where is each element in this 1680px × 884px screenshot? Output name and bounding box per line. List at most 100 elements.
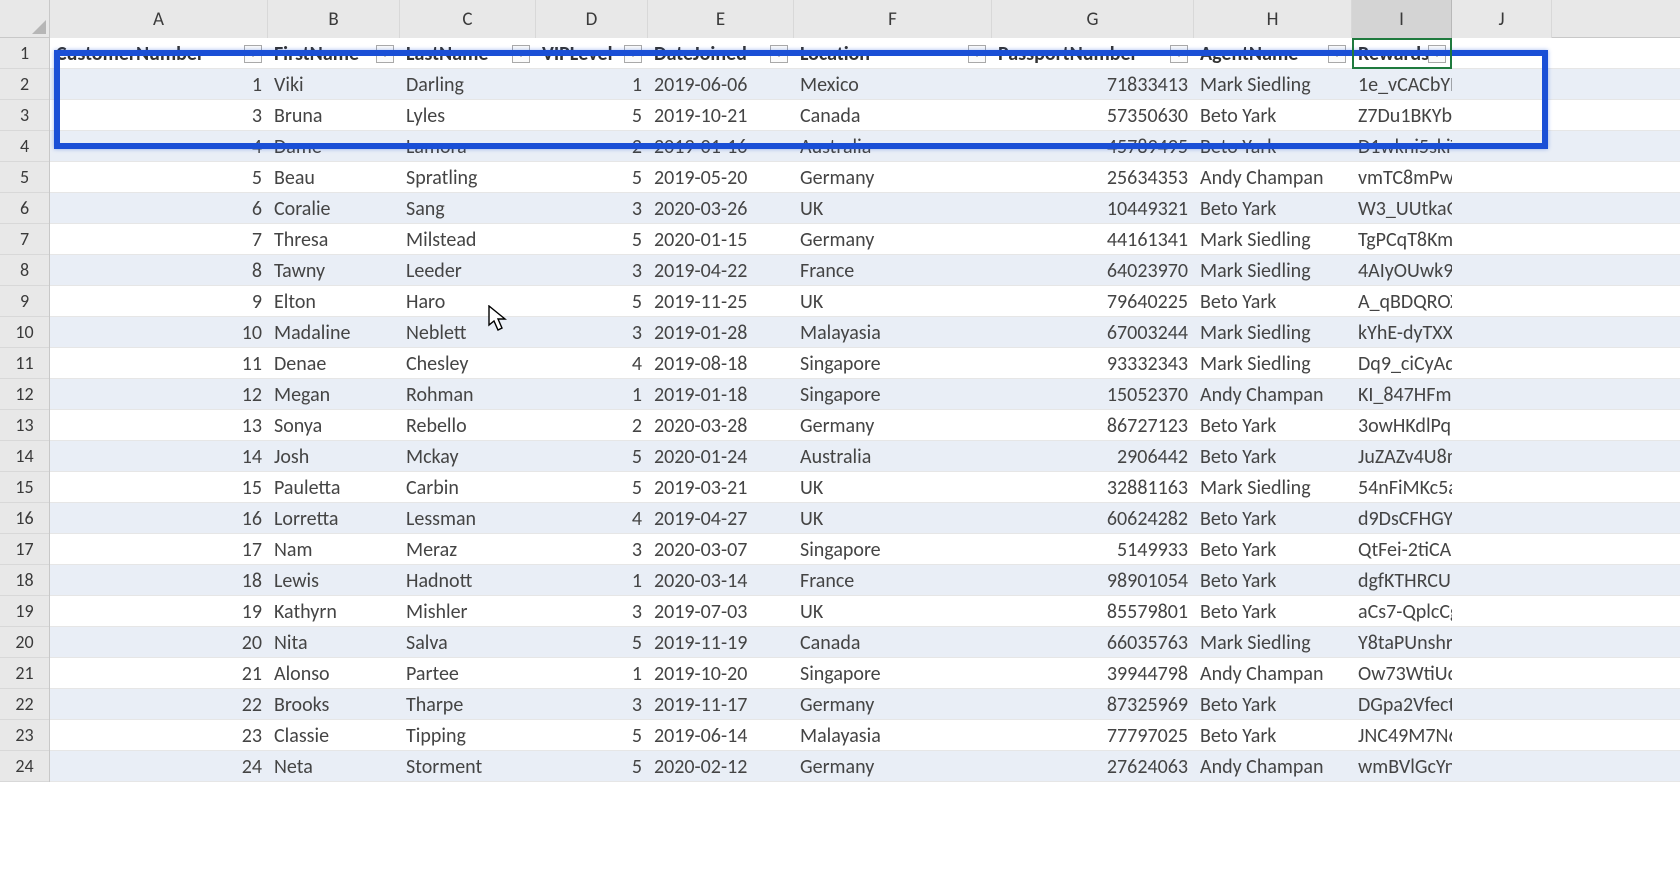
cell-H9[interactable]: Beto Yark [1194,286,1352,317]
cell-G24[interactable]: 27624063 [992,751,1194,782]
column-header-C[interactable]: C [400,0,536,38]
column-header-A[interactable]: A [50,0,268,38]
cell-I13[interactable]: 3owHKdlPq3g [1352,410,1452,441]
cell-A14[interactable]: 14 [50,441,268,472]
cell-I5[interactable]: vmTC8mPw4Jg [1352,162,1452,193]
cell-H12[interactable]: Andy Champan [1194,379,1352,410]
cell-G20[interactable]: 66035763 [992,627,1194,658]
cell-I3[interactable]: Z7Du1BKYbBg [1352,100,1452,131]
header-cell-I[interactable]: RewardsId [1352,38,1452,69]
cell-F3[interactable]: Canada [794,100,992,131]
cell-C10[interactable]: Neblett [400,317,536,348]
cell-G21[interactable]: 39944798 [992,658,1194,689]
cell-C23[interactable]: Tipping [400,720,536,751]
column-header-D[interactable]: D [536,0,648,38]
cell-D18[interactable]: 1 [536,565,648,596]
column-header-I[interactable]: I [1352,0,1452,38]
cell-F16[interactable]: UK [794,503,992,534]
row-header-11[interactable]: 11 [0,348,49,379]
cell-I10[interactable]: kYhE-dyTXXg [1352,317,1452,348]
cell-H18[interactable]: Beto Yark [1194,565,1352,596]
cell-H19[interactable]: Beto Yark [1194,596,1352,627]
cell-D4[interactable]: 2 [536,131,648,162]
cell-J16[interactable] [1452,503,1552,534]
cell-C18[interactable]: Hadnott [400,565,536,596]
cell-D22[interactable]: 3 [536,689,648,720]
cell-D7[interactable]: 5 [536,224,648,255]
cell-G10[interactable]: 67003244 [992,317,1194,348]
cell-I15[interactable]: 54nFiMKc5ag [1352,472,1452,503]
cell-H10[interactable]: Mark Siedling [1194,317,1352,348]
row-header-12[interactable]: 12 [0,379,49,410]
cell-D2[interactable]: 1 [536,69,648,100]
row-header-21[interactable]: 21 [0,658,49,689]
cell-C7[interactable]: Milstead [400,224,536,255]
cell-H22[interactable]: Beto Yark [1194,689,1352,720]
cell-E8[interactable]: 2019-04-22 [648,255,794,286]
cell-A12[interactable]: 12 [50,379,268,410]
column-header-G[interactable]: G [992,0,1194,38]
cell-J22[interactable] [1452,689,1552,720]
row-header-10[interactable]: 10 [0,317,49,348]
cell-G16[interactable]: 60624282 [992,503,1194,534]
cell-I24[interactable]: wmBVlGcYnyY [1352,751,1452,782]
header-cell-J[interactable] [1452,38,1552,69]
cell-F24[interactable]: Germany [794,751,992,782]
cell-E5[interactable]: 2019-05-20 [648,162,794,193]
cell-D20[interactable]: 5 [536,627,648,658]
cell-H17[interactable]: Beto Yark [1194,534,1352,565]
cell-A5[interactable]: 5 [50,162,268,193]
cell-G23[interactable]: 77797025 [992,720,1194,751]
cell-B3[interactable]: Bruna [268,100,400,131]
cell-E4[interactable]: 2019-01-16 [648,131,794,162]
cell-D21[interactable]: 1 [536,658,648,689]
header-cell-C[interactable]: LastName [400,38,536,69]
cell-D12[interactable]: 1 [536,379,648,410]
cell-E13[interactable]: 2020-03-28 [648,410,794,441]
cell-D13[interactable]: 2 [536,410,648,441]
filter-dropdown-icon[interactable] [376,45,394,63]
header-cell-E[interactable]: DateJoined [648,38,794,69]
cell-G13[interactable]: 86727123 [992,410,1194,441]
filter-dropdown-icon[interactable] [512,45,530,63]
cell-F8[interactable]: France [794,255,992,286]
cell-E3[interactable]: 2019-10-21 [648,100,794,131]
cell-G12[interactable]: 15052370 [992,379,1194,410]
cell-F10[interactable]: Malayasia [794,317,992,348]
select-all-corner[interactable] [0,0,50,38]
cell-E14[interactable]: 2020-01-24 [648,441,794,472]
column-header-F[interactable]: F [794,0,992,38]
cell-C2[interactable]: Darling [400,69,536,100]
cell-D19[interactable]: 3 [536,596,648,627]
cell-G22[interactable]: 87325969 [992,689,1194,720]
cell-D10[interactable]: 3 [536,317,648,348]
row-header-17[interactable]: 17 [0,534,49,565]
cell-D5[interactable]: 5 [536,162,648,193]
cell-C4[interactable]: Lamora [400,131,536,162]
cell-I17[interactable]: QtFei-2tiCA [1352,534,1452,565]
cell-G18[interactable]: 98901054 [992,565,1194,596]
cell-A4[interactable]: 4 [50,131,268,162]
cell-H11[interactable]: Mark Siedling [1194,348,1352,379]
cell-B19[interactable]: Kathyrn [268,596,400,627]
cell-J11[interactable] [1452,348,1552,379]
cell-D23[interactable]: 5 [536,720,648,751]
row-header-3[interactable]: 3 [0,100,49,131]
cell-C11[interactable]: Chesley [400,348,536,379]
cell-E21[interactable]: 2019-10-20 [648,658,794,689]
cell-F9[interactable]: UK [794,286,992,317]
cell-H15[interactable]: Mark Siedling [1194,472,1352,503]
cell-H24[interactable]: Andy Champan [1194,751,1352,782]
cell-B13[interactable]: Sonya [268,410,400,441]
cell-G19[interactable]: 85579801 [992,596,1194,627]
cell-A24[interactable]: 24 [50,751,268,782]
cell-J12[interactable] [1452,379,1552,410]
cell-C13[interactable]: Rebello [400,410,536,441]
cell-C9[interactable]: Haro [400,286,536,317]
cell-D8[interactable]: 3 [536,255,648,286]
cell-E20[interactable]: 2019-11-19 [648,627,794,658]
cell-F20[interactable]: Canada [794,627,992,658]
cell-H16[interactable]: Beto Yark [1194,503,1352,534]
cell-F12[interactable]: Singapore [794,379,992,410]
filter-dropdown-icon[interactable] [1328,45,1346,63]
